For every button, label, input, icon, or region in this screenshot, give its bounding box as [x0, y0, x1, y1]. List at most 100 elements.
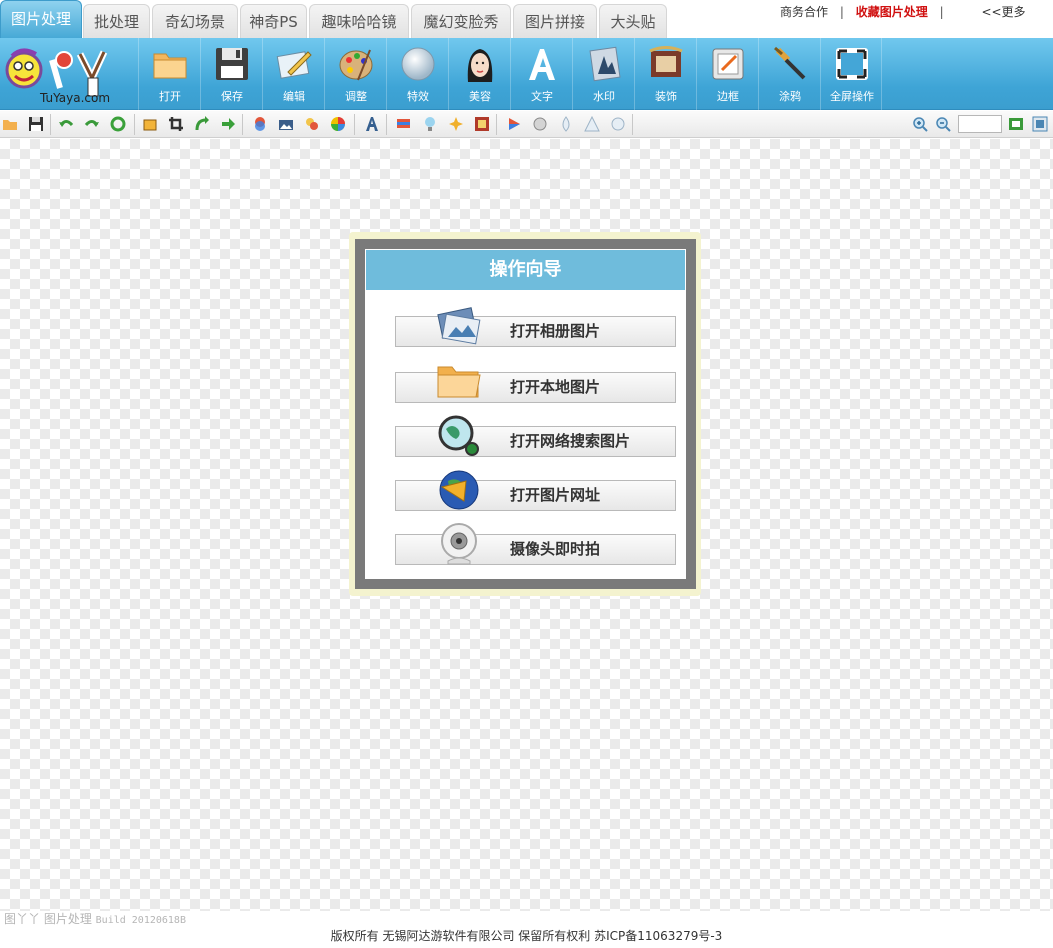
open-url-button[interactable]: 打开图片网址 — [395, 470, 676, 511]
save-label: 保存 — [221, 90, 243, 103]
image-icon[interactable] — [278, 116, 294, 132]
tab-fantasy-scene[interactable]: 奇幻场景 — [152, 4, 238, 38]
border-label: 边框 — [717, 90, 739, 103]
tab-batch[interactable]: 批处理 — [83, 4, 150, 38]
web-search-icon — [436, 413, 482, 459]
decorate-label: 装饰 — [655, 90, 677, 103]
flag-icon[interactable] — [396, 116, 412, 132]
open-web-search-button[interactable]: 打开网络搜索图片 — [395, 415, 676, 457]
fit-window-icon[interactable] — [1008, 116, 1024, 132]
color-circle-icon[interactable] — [304, 116, 320, 132]
secondary-toolbar — [0, 111, 1053, 138]
text-icon[interactable] — [364, 116, 380, 132]
next-icon[interactable] — [220, 116, 236, 132]
text-button[interactable]: 文字 — [510, 38, 572, 110]
open-local-button[interactable]: 打开本地图片 — [395, 366, 676, 403]
toolbar-divider — [134, 114, 135, 135]
open-button[interactable]: 打开 — [138, 38, 200, 110]
floppy-disk-icon — [214, 46, 250, 82]
palette-icon — [338, 46, 374, 82]
text-a-icon — [524, 46, 560, 82]
logo: TuYaya.com — [4, 44, 126, 106]
triangle-icon[interactable] — [584, 115, 600, 132]
edit-pen-icon — [276, 46, 312, 82]
face-icon — [462, 46, 498, 82]
border-frame-icon — [710, 46, 746, 82]
zoom-out-icon[interactable] — [935, 116, 951, 132]
open-label: 打开 — [159, 90, 181, 103]
actual-size-icon[interactable] — [1032, 116, 1048, 132]
link-separator: | — [939, 5, 944, 19]
doodle-button[interactable]: 涂鸦 — [758, 38, 820, 110]
save-small-icon[interactable] — [28, 116, 44, 132]
circle-icon[interactable] — [610, 116, 626, 132]
zoom-input[interactable] — [958, 115, 1002, 133]
zoom-in-icon[interactable] — [912, 116, 928, 132]
toolbar-divider — [386, 114, 387, 135]
play-icon[interactable] — [506, 116, 522, 132]
beauty-label: 美容 — [469, 90, 491, 103]
mask-icon[interactable] — [532, 116, 548, 132]
build-name: 图丫丫 图片处理 — [4, 912, 92, 926]
wizard-title: 操作向导 — [366, 250, 685, 290]
resize-icon[interactable] — [142, 116, 158, 132]
undo-icon[interactable] — [58, 116, 74, 132]
build-info: 图丫丫 图片处理 Build 20120618B — [4, 910, 186, 927]
watermark-button[interactable]: 水印 — [572, 38, 634, 110]
open-local-label: 打开本地图片 — [510, 378, 601, 396]
redo-icon[interactable] — [84, 116, 100, 132]
adjust-button[interactable]: 调整 — [324, 38, 386, 110]
decoration-frame-icon — [648, 46, 684, 82]
effects-label: 特效 — [407, 90, 429, 103]
build-version: Build 20120618B — [95, 915, 186, 926]
wizard-body: 操作向导 打开相册图片 打开本地图片 打开网络搜索图片 打开图片网址 摄像头即时… — [365, 249, 686, 579]
local-folder-icon — [436, 359, 482, 405]
business-link[interactable]: 商务合作 — [780, 3, 828, 20]
rotate-icon[interactable] — [194, 116, 210, 132]
tab-funhouse-mirror[interactable]: 趣味哈哈镜 — [309, 4, 409, 38]
crystal-ball-icon — [400, 46, 436, 82]
beauty-button[interactable]: 美容 — [448, 38, 510, 110]
folder-icon — [152, 46, 188, 82]
open-small-icon[interactable] — [2, 116, 18, 132]
more-link[interactable]: <<更多 — [981, 3, 1025, 20]
watermark-icon — [586, 46, 622, 82]
drop-icon[interactable] — [558, 116, 574, 132]
open-album-button[interactable]: 打开相册图片 — [395, 307, 676, 347]
effects-button[interactable]: 特效 — [386, 38, 448, 110]
doodle-label: 涂鸦 — [779, 90, 801, 103]
toolbar-divider — [242, 114, 243, 135]
tab-face-change[interactable]: 魔幻变脸秀 — [411, 4, 511, 38]
operation-wizard-dialog: 操作向导 打开相册图片 打开本地图片 打开网络搜索图片 打开图片网址 摄像头即时… — [355, 239, 696, 589]
toolbar-divider — [632, 114, 633, 135]
tab-photo-sticker[interactable]: 大头贴 — [599, 4, 667, 38]
top-tab-bar: 图片处理 批处理 奇幻场景 神奇PS 趣味哈哈镜 魔幻变脸秀 图片拼接 大头贴 … — [0, 0, 1053, 38]
watermark-label: 水印 — [593, 90, 615, 103]
fullscreen-label: 全屏操作 — [830, 90, 874, 103]
favorite-link[interactable]: 收藏图片处理 — [856, 3, 928, 20]
bulb-icon[interactable] — [422, 116, 438, 132]
webcam-capture-button[interactable]: 摄像头即时拍 — [395, 523, 676, 565]
globe-url-icon — [436, 467, 482, 513]
toolbar-divider — [496, 114, 497, 135]
layers-icon[interactable] — [252, 116, 268, 132]
border-button[interactable]: 边框 — [696, 38, 758, 110]
edit-button[interactable]: 编辑 — [262, 38, 324, 110]
decorate-button[interactable]: 装饰 — [634, 38, 696, 110]
frame-icon[interactable] — [474, 116, 490, 132]
tab-image-processing[interactable]: 图片处理 — [0, 0, 82, 38]
fullscreen-button[interactable]: 全屏操作 — [820, 38, 882, 110]
crop-icon[interactable] — [168, 116, 184, 132]
save-button[interactable]: 保存 — [200, 38, 262, 110]
brush-icon — [772, 46, 808, 82]
color-wheel-icon[interactable] — [330, 116, 346, 132]
fullscreen-icon — [834, 46, 870, 82]
webcam-capture-label: 摄像头即时拍 — [510, 540, 601, 558]
open-url-label: 打开图片网址 — [510, 486, 601, 504]
logo-text: TuYaya.com — [39, 91, 110, 105]
tab-magic-ps[interactable]: 神奇PS — [240, 4, 307, 38]
refresh-icon[interactable] — [110, 116, 126, 132]
toolbar-divider — [50, 114, 51, 135]
tab-image-stitch[interactable]: 图片拼接 — [513, 4, 597, 38]
sparkle-icon[interactable] — [448, 116, 464, 132]
